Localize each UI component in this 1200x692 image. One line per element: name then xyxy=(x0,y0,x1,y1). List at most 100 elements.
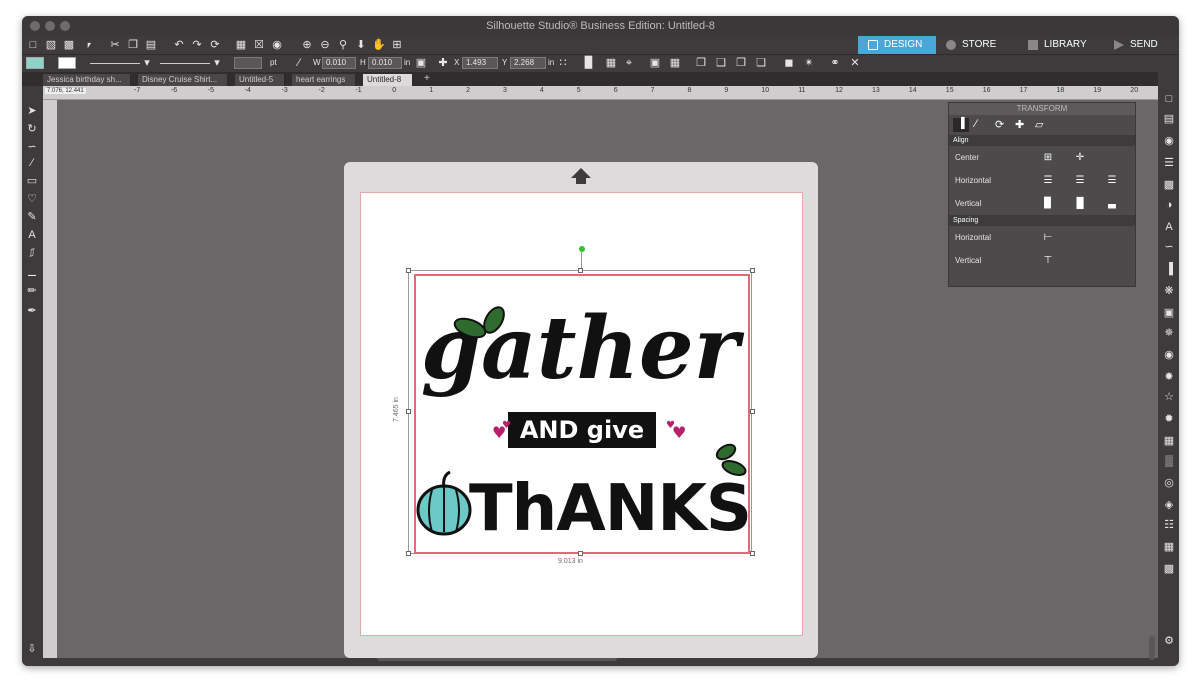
offset-icon[interactable]: ✵ xyxy=(1161,326,1177,340)
fill-color-icon[interactable]: ◉ xyxy=(1161,134,1177,148)
align-center-icon[interactable]: ▦ xyxy=(604,56,618,70)
center-crosshair-icon[interactable]: ✛ xyxy=(1073,151,1087,164)
layers-icon[interactable]: ▦ xyxy=(1161,434,1177,448)
brush-icon[interactable]: ✒ xyxy=(24,304,40,318)
shear-mode-icon[interactable]: ▱ xyxy=(1035,118,1043,131)
group-icon[interactable]: ▣ xyxy=(648,56,662,70)
document-icon[interactable]: ▤ xyxy=(1161,112,1177,126)
pattern-icon[interactable]: ▩ xyxy=(1161,178,1177,192)
tab-store[interactable]: STORE xyxy=(936,36,1018,54)
tab-library[interactable]: LIBRARY xyxy=(1018,36,1104,54)
pan-hand-icon[interactable]: ✋ xyxy=(372,38,386,52)
hatch-icon[interactable]: ▒ xyxy=(1161,454,1177,468)
space-horizontal-icon[interactable]: ⊢ xyxy=(1041,231,1055,244)
eyedropper-icon[interactable]: ✏ xyxy=(24,284,40,298)
knife-icon[interactable]: ⚊ xyxy=(24,266,40,280)
replicate-icon[interactable]: ⚭ xyxy=(828,56,842,70)
modify-icon[interactable]: ▣ xyxy=(1161,306,1177,320)
import-icon[interactable]: ⇩ xyxy=(24,642,40,656)
close-icon[interactable]: ✕ xyxy=(848,56,862,70)
grid-dots-icon[interactable]: ∷ xyxy=(556,56,570,70)
page-setup-icon[interactable]: □ xyxy=(1161,92,1177,106)
move-mode-icon[interactable]: ✚ xyxy=(1015,118,1024,131)
offset-star-icon[interactable]: ✴ xyxy=(802,56,816,70)
line-draw-icon[interactable]: ∕ xyxy=(24,156,40,170)
doc-tab-active[interactable]: Untitled-8 xyxy=(363,74,413,86)
heart-shape-icon[interactable]: ♡ xyxy=(24,192,40,206)
pencil-icon[interactable]: ✎ xyxy=(24,210,40,224)
send-to-back-icon[interactable]: ❑ xyxy=(714,56,728,70)
grid-panel-icon[interactable]: ▩ xyxy=(1161,562,1177,576)
settings-gear-icon[interactable]: ⚙ xyxy=(1161,634,1177,648)
doc-tab[interactable]: Disney Cruise Shirt... xyxy=(138,74,228,86)
width-input[interactable]: 0.010 xyxy=(322,57,356,69)
rhinestone-icon[interactable]: ◎ xyxy=(1161,476,1177,490)
warp-icon[interactable]: ✹ xyxy=(1161,412,1177,426)
space-vertical-icon[interactable]: ⊤ xyxy=(1041,254,1055,267)
rectangle-icon[interactable]: ▭ xyxy=(24,174,40,188)
rotate-mode-icon[interactable]: ∕ xyxy=(975,118,977,130)
text-icon[interactable]: A xyxy=(24,228,40,242)
zoom-out-icon[interactable]: ⊖ xyxy=(318,38,332,52)
vertical-scrollbar[interactable] xyxy=(1149,636,1155,660)
map-icon[interactable]: ☷ xyxy=(1161,518,1177,532)
cut-icon[interactable]: ✂ xyxy=(108,38,122,52)
line-color-swatch[interactable] xyxy=(58,57,76,69)
align-right-icon[interactable]: ☰ xyxy=(1105,174,1119,187)
fit-to-window-icon[interactable]: ⊞ xyxy=(390,38,404,52)
chevron-down-icon[interactable]: ▾ xyxy=(210,56,224,70)
ungroup-icon[interactable]: ▦ xyxy=(668,56,682,70)
new-document-icon[interactable]: □ xyxy=(26,38,40,52)
doc-tab[interactable]: heart earrings xyxy=(292,74,356,86)
star-icon[interactable]: ☆ xyxy=(1161,390,1177,404)
deselect-icon[interactable]: ☒ xyxy=(252,38,266,52)
zoom-window-button[interactable] xyxy=(60,21,70,31)
bring-forward-icon[interactable]: ❒ xyxy=(734,56,748,70)
sparkle-icon[interactable]: ✸ xyxy=(1161,370,1177,384)
transform-icon[interactable]: ▐ xyxy=(1161,262,1177,276)
zoom-in-icon[interactable]: ⊕ xyxy=(300,38,314,52)
select-all-icon[interactable]: ▦ xyxy=(234,38,248,52)
nesting-icon[interactable]: ▦ xyxy=(1161,540,1177,554)
tab-design[interactable]: DESIGN xyxy=(858,36,936,54)
x-position-input[interactable]: 1.493 xyxy=(462,57,498,69)
line-width-input[interactable] xyxy=(234,57,262,69)
eraser-icon[interactable]: ⎎ xyxy=(24,246,40,260)
move-down-icon[interactable]: ⬇ xyxy=(354,38,368,52)
open-folder-icon[interactable]: ▧ xyxy=(44,38,58,52)
align-left-icon[interactable]: ☰ xyxy=(1041,174,1055,187)
emboss-icon[interactable]: ◈ xyxy=(1161,498,1177,512)
center-crosshair-icon[interactable]: ⌖ xyxy=(622,56,636,70)
doc-tab[interactable]: Jessica birthday sh... xyxy=(43,74,131,86)
align-left-icon[interactable]: ▉ xyxy=(582,56,596,70)
fill-color-swatch[interactable] xyxy=(26,57,44,69)
doc-tab[interactable]: Untitled-5 xyxy=(235,74,285,86)
rotate-handle[interactable] xyxy=(579,246,585,252)
align-middle-icon[interactable]: █ xyxy=(1073,197,1087,210)
copy-icon[interactable]: ❐ xyxy=(126,38,140,52)
move-icon[interactable]: ✚ xyxy=(436,56,450,70)
save-icon[interactable]: ▩ xyxy=(62,38,76,52)
bring-to-front-icon[interactable]: ❐ xyxy=(694,56,708,70)
redo-icon[interactable]: ↷ xyxy=(190,38,204,52)
undo-icon[interactable]: ↶ xyxy=(172,38,186,52)
line-style-icon[interactable]: ☰ xyxy=(1161,156,1177,170)
edit-points-icon[interactable]: ↻ xyxy=(24,122,40,136)
select-arrow-icon[interactable]: ➤ xyxy=(24,104,40,118)
sketch-icon[interactable]: ∽ xyxy=(1161,240,1177,254)
curve-icon[interactable]: ∽ xyxy=(24,140,40,154)
send-backward-icon[interactable]: ❏ xyxy=(754,56,768,70)
gradient-icon[interactable]: ◑ xyxy=(1161,198,1177,212)
line-end-select[interactable] xyxy=(160,63,210,64)
select-by-color-icon[interactable]: ◉ xyxy=(270,38,284,52)
align-bottom-icon[interactable]: ▃ xyxy=(1105,197,1119,210)
zoom-selection-icon[interactable]: ⚲ xyxy=(336,38,350,52)
align-mode-icon[interactable]: ▐ xyxy=(953,118,969,132)
center-align-icon[interactable]: ⊞ xyxy=(1041,151,1055,164)
print-icon[interactable]: ⎖ xyxy=(82,38,96,52)
weld-icon[interactable]: ◼ xyxy=(782,56,796,70)
close-window-button[interactable] xyxy=(30,21,40,31)
line-style-select[interactable] xyxy=(90,63,140,64)
tab-send[interactable]: SEND xyxy=(1104,36,1179,54)
trace-icon[interactable]: ◉ xyxy=(1161,348,1177,362)
